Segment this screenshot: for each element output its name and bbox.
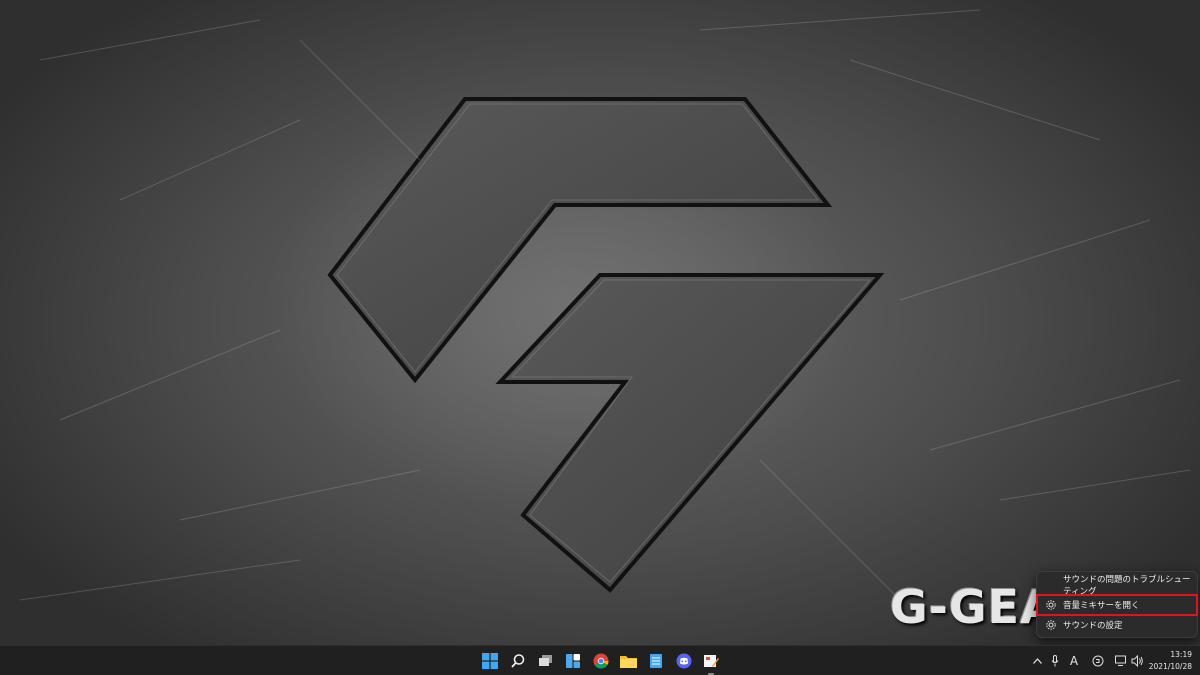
menu-item-label: サウンドの問題のトラブルシューティング (1063, 575, 1191, 597)
search-button[interactable] (507, 650, 529, 672)
clock-time: 13:19 (1170, 650, 1192, 659)
file-explorer-button[interactable] (617, 650, 639, 672)
search-icon (511, 654, 525, 668)
desktop-wallpaper: G-GEA (0, 0, 1200, 645)
ime-indicator[interactable]: A (1068, 653, 1080, 669)
menu-item-open-volume-mixer[interactable]: 音量ミキサーを開く (1036, 594, 1198, 616)
taskbar: A 13:19 2021/10/28 (0, 645, 1200, 675)
microphone-icon (1051, 655, 1059, 667)
chevron-up-icon (1032, 658, 1042, 664)
network-icon (1115, 655, 1126, 666)
gear-icon (1045, 599, 1057, 611)
paint-button[interactable] (700, 650, 722, 675)
ime-mode-icon (1092, 655, 1104, 667)
network-tray-button[interactable] (1115, 653, 1128, 669)
task-view-button[interactable] (535, 650, 557, 672)
menu-item-troubleshoot-sound[interactable]: サウンドの問題のトラブルシューティング (1037, 575, 1197, 597)
menu-item-label: 音量ミキサーを開く (1063, 601, 1140, 611)
system-clock[interactable]: 13:19 2021/10/28 (1148, 649, 1192, 673)
discord-icon (676, 653, 692, 669)
widgets-icon (566, 654, 580, 668)
folder-icon (619, 655, 637, 668)
g-gear-wordmark: G-GEA (890, 580, 1057, 634)
microphone-tray-button[interactable] (1050, 653, 1060, 669)
task-view-icon (539, 655, 552, 666)
chrome-button[interactable] (590, 650, 612, 672)
show-hidden-icons-button[interactable] (1032, 653, 1042, 669)
clock-date: 2021/10/28 (1148, 662, 1192, 671)
volume-tray-button[interactable] (1131, 653, 1144, 669)
gear-icon (1045, 619, 1057, 631)
widgets-button[interactable] (562, 650, 584, 672)
g-gear-logo-image (19, 9, 1191, 601)
ime-mode-button[interactable] (1092, 653, 1104, 669)
notepad-icon (650, 654, 662, 668)
start-button[interactable] (479, 650, 501, 672)
sound-context-menu: サウンドの問題のトラブルシューティング 音量ミキサーを開く サウンドの設定 (1036, 571, 1198, 638)
menu-item-label: サウンドの設定 (1063, 621, 1123, 631)
discord-button[interactable] (673, 650, 695, 672)
paint-icon (704, 655, 719, 667)
windows-logo-icon (482, 653, 498, 669)
chrome-icon (593, 653, 609, 669)
menu-item-sound-settings[interactable]: サウンドの設定 (1037, 615, 1197, 635)
speaker-icon (1131, 655, 1143, 667)
notepad-button[interactable] (645, 650, 667, 672)
